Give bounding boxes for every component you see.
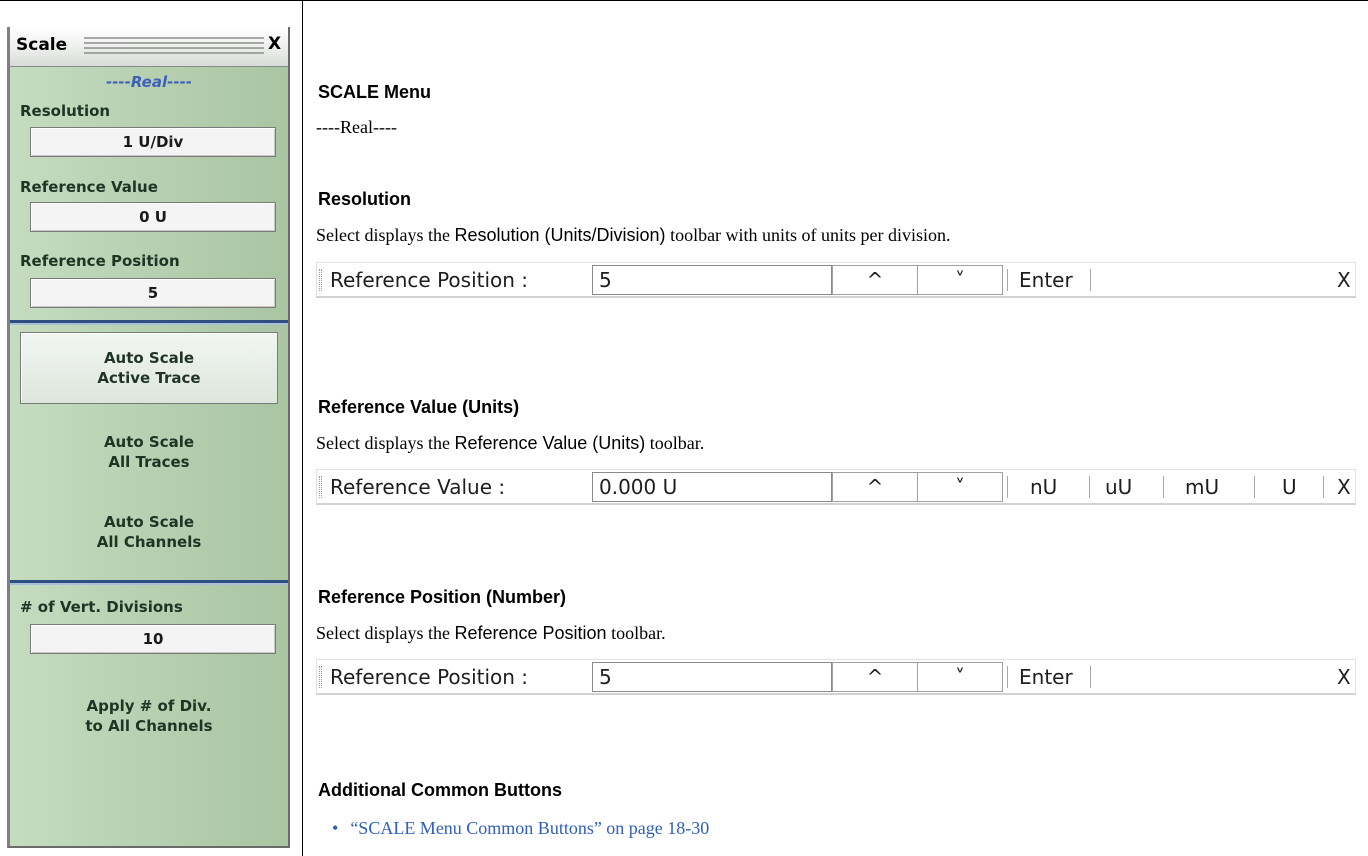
auto-scale-all-traces-button[interactable]: Auto Scale All Traces (20, 432, 278, 472)
panel-title: Scale (16, 35, 68, 55)
common-buttons-link[interactable]: “SCALE Menu Common Buttons” on page 18-3… (350, 818, 709, 838)
decrement-button[interactable]: ˅ (917, 472, 1003, 502)
additional-buttons-heading: Additional Common Buttons (318, 780, 562, 800)
auto-scale-active-trace-button[interactable]: Auto Scale Active Trace (20, 332, 278, 404)
toolbar-divider (1323, 476, 1324, 498)
reference-position-description: Select displays the Reference Position t… (316, 623, 666, 643)
reference-value-description: Select displays the Reference Value (Uni… (316, 433, 705, 453)
resolution-label: Resolution (20, 102, 111, 120)
apply-divisions-line2: to All Channels (85, 717, 213, 735)
reference-position-field[interactable]: 5 (30, 278, 276, 308)
reference-position-heading: Reference Position (Number) (318, 587, 567, 607)
reference-value-heading: Reference Value (Units) (318, 397, 520, 417)
resolution-description: Select displays the Resolution (Units/Di… (316, 225, 951, 245)
enter-button[interactable]: Enter (1019, 665, 1073, 689)
toolbar-divider (1089, 476, 1090, 498)
auto-scale-all-channels-line2: All Channels (96, 533, 202, 551)
toolbar-divider (1090, 666, 1091, 688)
auto-scale-all-channels-button[interactable]: Auto Scale All Channels (20, 512, 278, 552)
toolbar-grip-icon[interactable] (319, 269, 322, 291)
section-real-label: ----Real---- (105, 73, 193, 91)
toolbar-label: Reference Position : (330, 268, 529, 292)
reference-value-label: Reference Value (20, 178, 158, 196)
panel-title-bar[interactable]: Scale X (10, 27, 288, 67)
panel-separator (10, 580, 288, 585)
bullet-icon: • (332, 818, 339, 838)
decrement-button[interactable]: ˅ (917, 662, 1003, 692)
panel-separator (10, 320, 288, 325)
toolbar-divider (1090, 269, 1091, 291)
apply-divisions-line1: Apply # of Div. (86, 697, 212, 715)
scale-menu-panel: Scale X ----Real---- Resolution 1 U/Div … (7, 27, 290, 848)
auto-scale-all-channels-line1: Auto Scale (103, 513, 195, 531)
column-divider (302, 0, 303, 856)
vert-divisions-field[interactable]: 10 (30, 624, 276, 654)
toolbar-divider (1254, 476, 1255, 498)
resolution-field[interactable]: 1 U/Div (30, 127, 276, 157)
close-icon[interactable]: X (268, 34, 281, 54)
unit-uu-button[interactable]: uU (1105, 475, 1132, 499)
auto-scale-active-trace-line2: Active Trace (97, 369, 201, 387)
toolbar-value-input[interactable]: 5 (592, 265, 832, 295)
apply-divisions-button[interactable]: Apply # of Div. to All Channels (20, 696, 278, 736)
increment-button[interactable]: ^ (832, 265, 918, 295)
toolbar-close-icon[interactable]: X (1337, 475, 1351, 499)
toolbar-divider (1007, 269, 1008, 291)
auto-scale-active-trace-line1: Auto Scale (103, 349, 195, 367)
toolbar-label: Reference Position : (330, 665, 529, 689)
resolution-heading: Resolution (318, 189, 411, 209)
top-rule (0, 0, 1368, 1)
toolbar-divider (1163, 476, 1164, 498)
auto-scale-all-traces-line2: All Traces (108, 453, 190, 471)
unit-u-button[interactable]: U (1282, 475, 1297, 499)
reference-position-label: Reference Position (20, 252, 180, 270)
title-grip-icon (84, 37, 264, 57)
vert-divisions-label: # of Vert. Divisions (20, 598, 183, 616)
toolbar-grip-icon[interactable] (319, 476, 322, 498)
section-real-text: ----Real---- (316, 117, 397, 137)
decrement-button[interactable]: ˅ (917, 265, 1003, 295)
auto-scale-all-traces-line1: Auto Scale (103, 433, 195, 451)
list-item: • “SCALE Menu Common Buttons” on page 18-… (332, 818, 709, 839)
enter-button[interactable]: Enter (1019, 268, 1073, 292)
reference-value-field[interactable]: 0 U (30, 202, 276, 232)
toolbar-value-input[interactable]: 0.000 U (592, 472, 832, 502)
toolbar-grip-icon[interactable] (319, 666, 322, 688)
unit-mu-button[interactable]: mU (1185, 475, 1219, 499)
toolbar-close-icon[interactable]: X (1337, 665, 1351, 689)
reference-value-toolbar: Reference Value : 0.000 U ^ ˅ nU uU mU U… (316, 469, 1356, 505)
toolbar-divider (1007, 476, 1008, 498)
toolbar-value-input[interactable]: 5 (592, 662, 832, 692)
toolbar-label: Reference Value : (330, 475, 506, 499)
page-title: SCALE Menu (318, 82, 432, 102)
increment-button[interactable]: ^ (832, 662, 918, 692)
unit-nu-button[interactable]: nU (1030, 475, 1057, 499)
toolbar-divider (1007, 666, 1008, 688)
toolbar-close-icon[interactable]: X (1337, 268, 1351, 292)
reference-position-toolbar: Reference Position : 5 ^ ˅ Enter X (316, 262, 1356, 298)
increment-button[interactable]: ^ (832, 472, 918, 502)
reference-position-toolbar-2: Reference Position : 5 ^ ˅ Enter X (316, 659, 1356, 695)
